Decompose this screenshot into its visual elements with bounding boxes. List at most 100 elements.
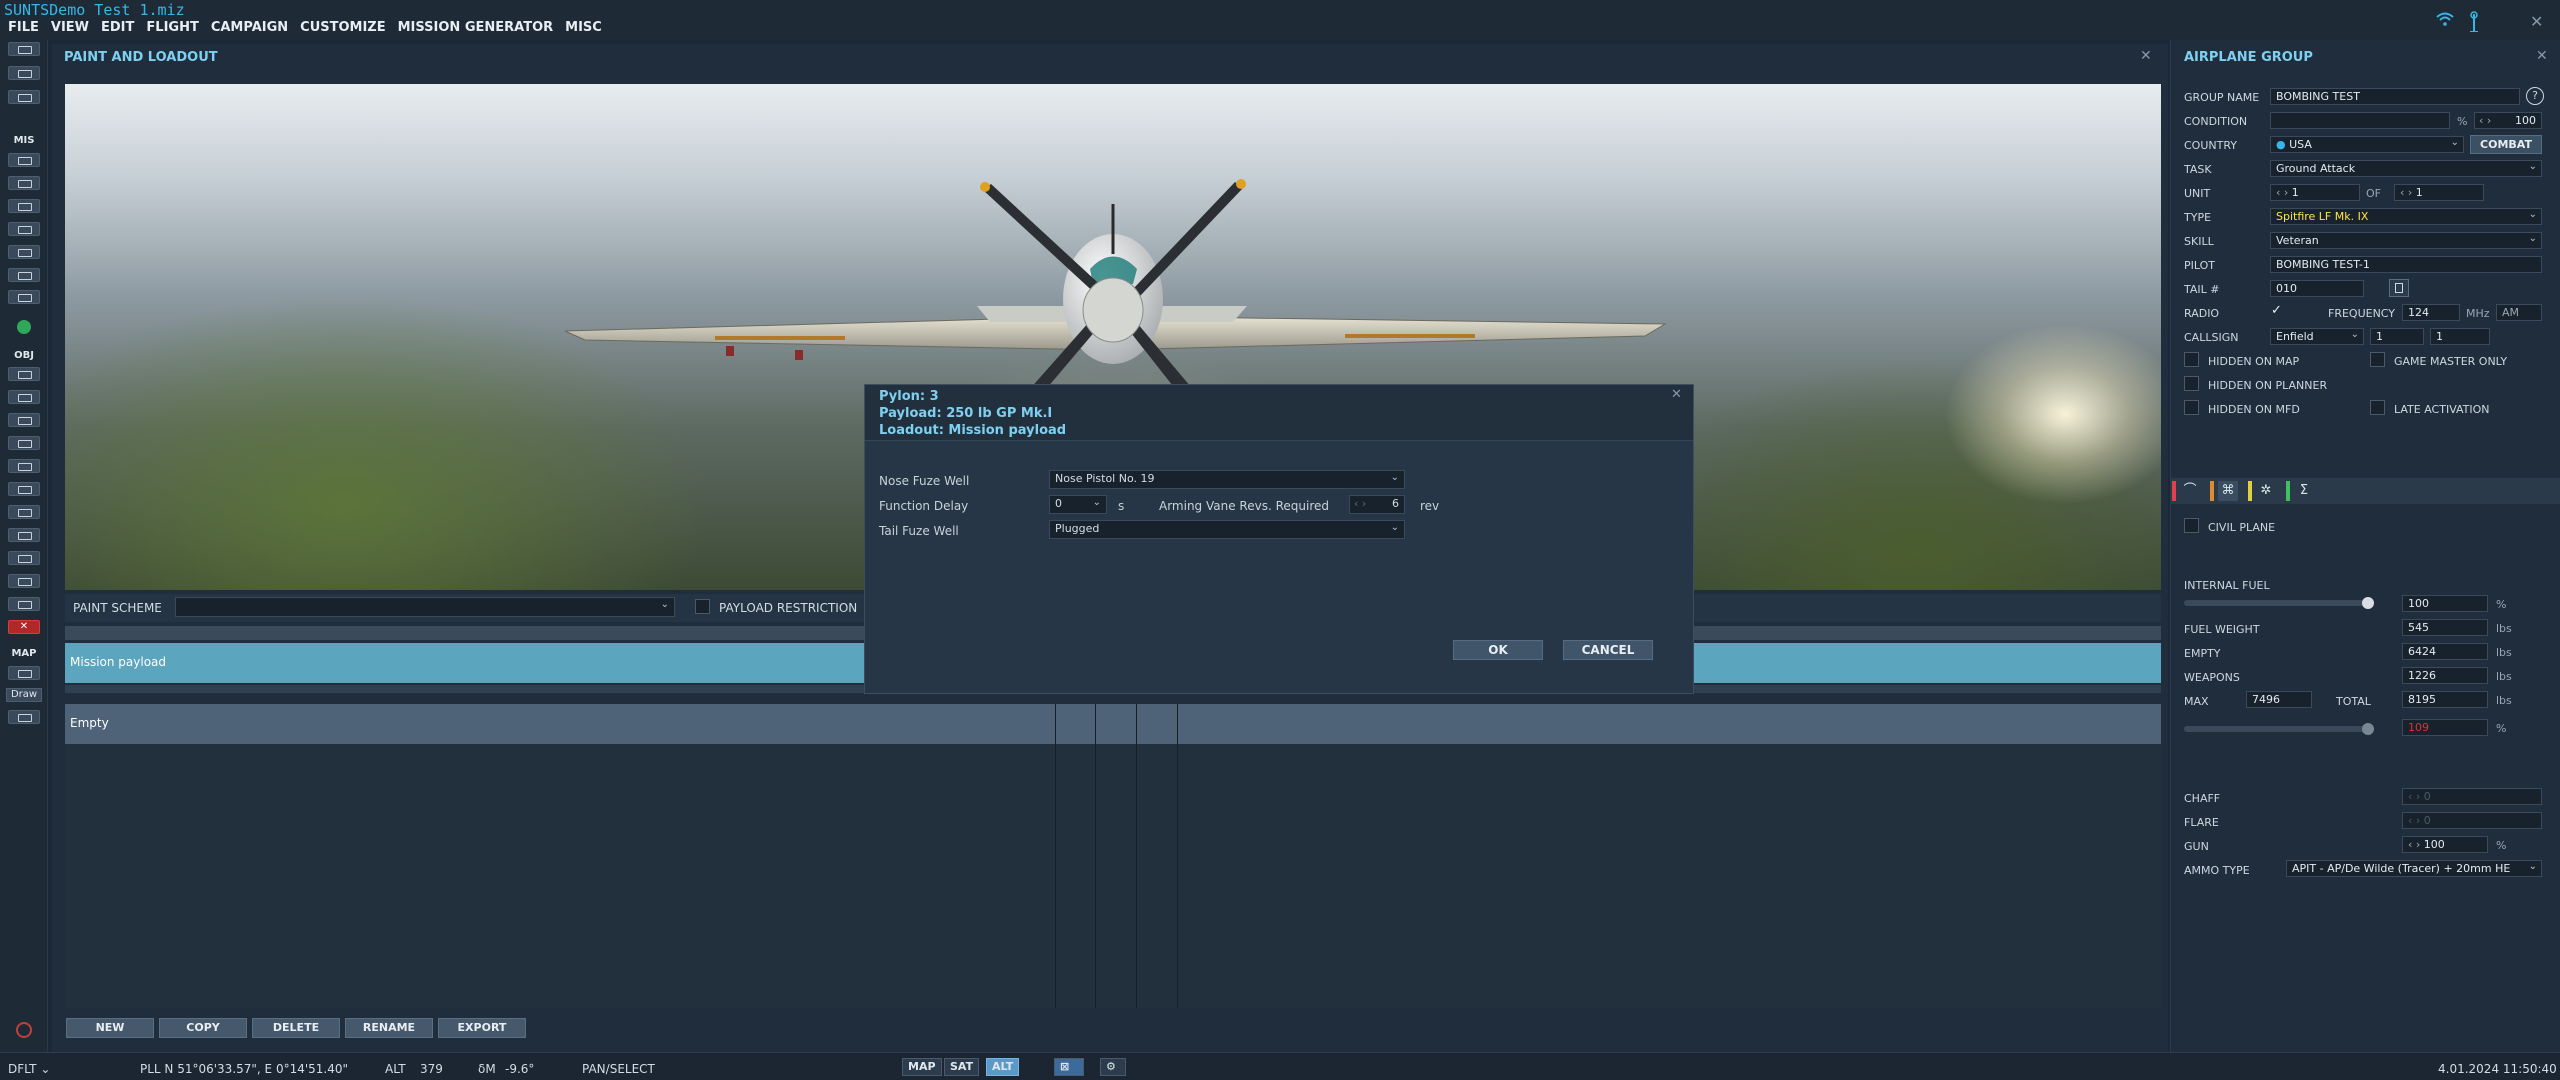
group-name-input[interactable]: BOMBING TEST [2270, 88, 2520, 105]
map-view-button[interactable]: MAP [902, 1058, 942, 1076]
combat-button[interactable]: COMBAT [2470, 135, 2542, 154]
chaff-stepper[interactable]: ‹ › 0 [2402, 788, 2542, 805]
new-button[interactable]: NEW [66, 1018, 154, 1038]
export-button[interactable]: EXPORT [438, 1018, 526, 1038]
close-icon[interactable]: ✕ [2536, 48, 2548, 64]
internal-fuel-slider[interactable] [2184, 600, 2372, 606]
add-nav-point-icon[interactable] [8, 551, 40, 565]
draw-shapes-icon[interactable] [8, 597, 40, 611]
profile-dropdown[interactable]: DFLT ⌄ [8, 1062, 50, 1076]
help-icon[interactable]: ? [2526, 87, 2544, 105]
new-mission-icon[interactable] [8, 42, 40, 56]
tail-number-input[interactable]: 010 [2270, 280, 2364, 297]
hidden-on-map-checkbox[interactable] [2184, 352, 2199, 367]
copy-button[interactable]: COPY [159, 1018, 247, 1038]
close-icon[interactable]: ✕ [2140, 48, 2152, 64]
add-zone-icon[interactable] [8, 528, 40, 542]
add-vehicle-icon[interactable] [8, 436, 40, 450]
delete-object-icon[interactable]: ✕ [8, 620, 40, 634]
function-delay-label: Function Delay [879, 499, 969, 513]
triggered-actions-tab-icon[interactable]: ✲ [2256, 481, 2276, 501]
menu-campaign[interactable]: CAMPAIGN [211, 20, 288, 35]
lbs-unit: lbs [2496, 670, 2512, 683]
cancel-button[interactable]: CANCEL [1563, 640, 1653, 660]
add-template-icon[interactable] [8, 482, 40, 496]
sat-view-button[interactable]: SAT [944, 1058, 980, 1076]
add-group-icon[interactable] [8, 574, 40, 588]
add-waypoint-icon[interactable] [8, 505, 40, 519]
goals-icon[interactable] [8, 222, 40, 236]
callsign-dropdown[interactable]: Enfield ⌄ [2270, 328, 2364, 345]
arming-vane-stepper[interactable]: ‹ › 6 [1349, 495, 1405, 514]
callsign-group-input[interactable]: 1 [2370, 328, 2424, 345]
save-mission-icon[interactable] [8, 90, 40, 104]
payload-tab-icon[interactable]: ⌘ [2218, 481, 2238, 501]
unit-of-stepper[interactable]: ‹ › 1 [2394, 184, 2484, 201]
pylon-row[interactable]: Empty [65, 704, 2161, 744]
payload-restriction-checkbox[interactable] [695, 599, 710, 614]
menu-flight[interactable]: FLIGHT [146, 20, 198, 35]
menu-view[interactable]: VIEW [51, 20, 89, 35]
close-icon[interactable]: ✕ [2530, 12, 2543, 31]
menu-customize[interactable]: CUSTOMIZE [300, 20, 385, 35]
callsign-unit-input[interactable]: 1 [2430, 328, 2490, 345]
paint-scheme-dropdown[interactable]: ⌄ [175, 597, 675, 617]
skill-dropdown[interactable]: Veteran ⌄ [2270, 232, 2542, 249]
summary-tab-icon[interactable]: Σ [2294, 481, 2314, 501]
civil-plane-checkbox[interactable] [2184, 518, 2199, 533]
late-activation-checkbox[interactable] [2370, 400, 2385, 415]
route-tab-icon[interactable]: ⌒ [2180, 481, 2200, 501]
frequency-input[interactable]: 124 [2402, 304, 2460, 321]
condition-slider[interactable] [2270, 112, 2450, 129]
pilot-input[interactable]: BOMBING TEST-1 [2270, 256, 2542, 273]
weather-icon[interactable] [8, 176, 40, 190]
function-delay-dropdown[interactable]: 0 ⌄ [1049, 495, 1107, 514]
country-dropdown[interactable]: ● USA ⌄ [2270, 136, 2464, 153]
antenna-icon[interactable] [2467, 10, 2481, 32]
condition-stepper[interactable]: ‹ › 100 [2474, 112, 2542, 129]
task-dropdown[interactable]: Ground Attack ⌄ [2270, 160, 2542, 177]
ammo-type-dropdown[interactable]: APIT - AP/De Wilde (Tracer) + 20mm HE ⌄ [2286, 860, 2542, 877]
menu-misc[interactable]: MISC [565, 20, 602, 35]
triggers-icon[interactable] [8, 199, 40, 213]
add-helicopter-icon[interactable] [8, 390, 40, 404]
radio-checkbox[interactable]: ✓ [2271, 303, 2282, 318]
flare-stepper[interactable]: ‹ › 0 [2402, 812, 2542, 829]
map-measure-icon[interactable] [8, 710, 40, 724]
game-master-only-checkbox[interactable] [2370, 352, 2385, 367]
copy-icon[interactable] [2389, 279, 2409, 297]
alt-view-button[interactable]: ALT [986, 1058, 1020, 1076]
hidden-on-planner-checkbox[interactable] [2184, 376, 2199, 391]
options-icon[interactable] [8, 290, 40, 304]
internal-fuel-input[interactable]: 100 [2402, 595, 2488, 612]
add-static-icon[interactable] [8, 459, 40, 473]
add-aircraft-icon[interactable] [8, 367, 40, 381]
payload-list[interactable] [65, 744, 2161, 1008]
type-dropdown[interactable]: Spitfire LF Mk. IX ⌄ [2270, 208, 2542, 225]
unit-stepper[interactable]: ‹ › 1 [2270, 184, 2360, 201]
rename-button[interactable]: RENAME [345, 1018, 433, 1038]
map-ruler-icon[interactable] [8, 666, 40, 680]
tail-fuze-dropdown[interactable]: Plugged ⌄ [1049, 520, 1405, 539]
gun-stepper[interactable]: ‹ › 100 [2402, 836, 2488, 853]
briefing-icon[interactable] [8, 153, 40, 167]
resources-icon[interactable] [8, 245, 40, 259]
ok-button[interactable]: OK [1453, 640, 1543, 660]
draw-button[interactable]: Draw [6, 688, 42, 702]
menu-edit[interactable]: EDIT [101, 20, 134, 35]
modulation-dropdown[interactable]: AM [2496, 304, 2542, 321]
close-icon[interactable]: ✕ [1671, 387, 1682, 402]
record-icon[interactable] [16, 1022, 32, 1038]
open-mission-icon[interactable] [8, 66, 40, 80]
menu-mission-generator[interactable]: MISSION GENERATOR [398, 20, 554, 35]
nose-fuze-dropdown[interactable]: Nose Pistol No. 19 ⌄ [1049, 470, 1405, 489]
layers-icon[interactable]: ⊠ [1054, 1058, 1084, 1076]
delete-button[interactable]: DELETE [252, 1018, 340, 1038]
settings-icon[interactable]: ⚙ [1100, 1058, 1126, 1076]
add-ship-icon[interactable] [8, 413, 40, 427]
slider-handle[interactable] [2362, 597, 2374, 609]
hidden-on-mfd-checkbox[interactable] [2184, 400, 2199, 415]
menu-file[interactable]: FILE [8, 20, 39, 35]
check-icon[interactable] [8, 268, 40, 282]
mode-indicator: PAN/SELECT [582, 1062, 655, 1076]
